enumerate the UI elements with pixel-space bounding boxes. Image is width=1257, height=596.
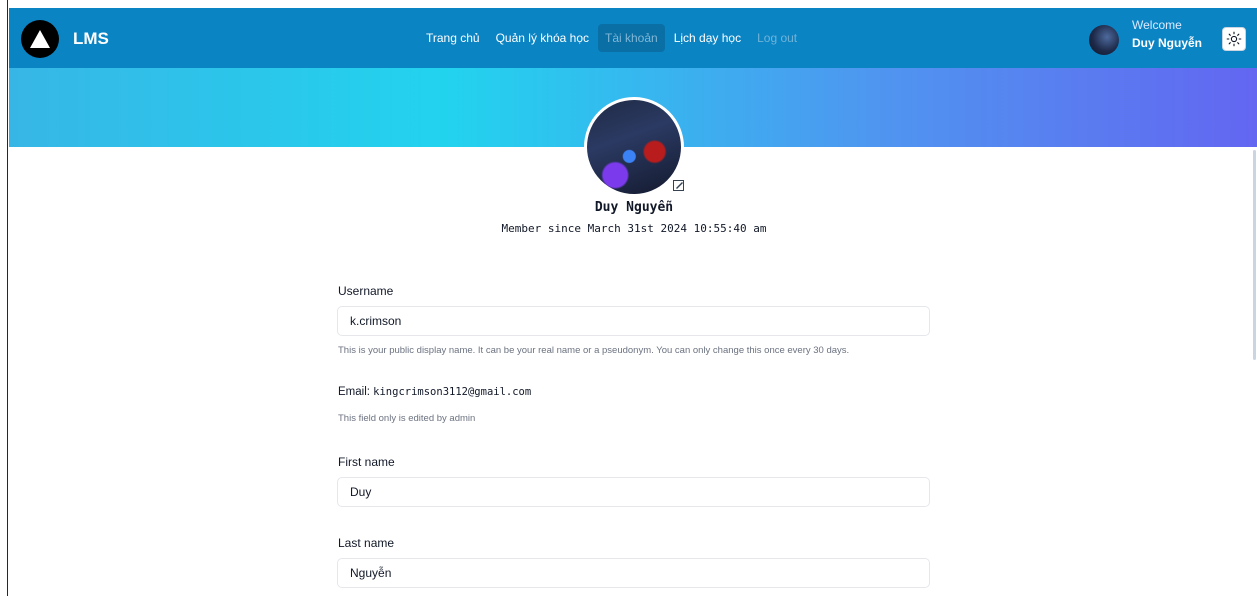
nav-link-course-management[interactable]: Quản lý khóa học	[489, 24, 596, 52]
logo[interactable]	[21, 20, 59, 58]
first-name-label: First name	[338, 455, 395, 469]
email-row: Email: kingcrimson3112@gmail.com	[338, 386, 531, 398]
welcome-user-name: Duy Nguyễn	[1132, 36, 1203, 50]
username-label: Username	[338, 284, 394, 298]
email-value: kingcrimson3112@gmail.com	[373, 386, 532, 398]
sun-icon	[1226, 31, 1242, 47]
profile-name: Duy Nguyễn	[594, 200, 674, 215]
window-top-edge	[0, 0, 1257, 8]
top-navbar: LMS Trang chủ Quản lý khóa học Tài khoản…	[9, 8, 1257, 68]
theme-toggle-button[interactable]	[1222, 27, 1246, 51]
email-label: Email:	[338, 386, 370, 398]
member-since: Member since March 31st 2024 10:55:40 am	[501, 222, 767, 235]
username-help: This is your public display name. It can…	[338, 345, 850, 356]
scrollbar-thumb[interactable]	[1253, 150, 1256, 360]
nav-link-account[interactable]: Tài khoản	[598, 24, 665, 52]
welcome-label: Welcome	[1132, 18, 1182, 32]
main-nav: Trang chủ Quản lý khóa học Tài khoản Lịc…	[419, 24, 806, 52]
email-help: This field only is edited by admin	[338, 413, 476, 424]
last-name-input[interactable]: Nguyễn	[337, 558, 930, 588]
edit-avatar-icon[interactable]	[673, 178, 685, 191]
window-left-edge	[0, 0, 8, 596]
user-avatar[interactable]	[1089, 25, 1119, 55]
profile-avatar[interactable]	[584, 97, 684, 197]
last-name-label: Last name	[338, 536, 395, 550]
first-name-input[interactable]: Duy	[337, 477, 930, 507]
nav-link-home[interactable]: Trang chủ	[419, 24, 487, 52]
brand-name[interactable]: LMS	[73, 29, 109, 49]
username-input[interactable]: k.crimson	[337, 306, 930, 336]
nav-link-teaching-schedule[interactable]: Lịch dạy học	[667, 24, 748, 52]
nav-link-logout[interactable]: Log out	[750, 24, 804, 52]
triangle-logo-icon	[30, 30, 50, 48]
